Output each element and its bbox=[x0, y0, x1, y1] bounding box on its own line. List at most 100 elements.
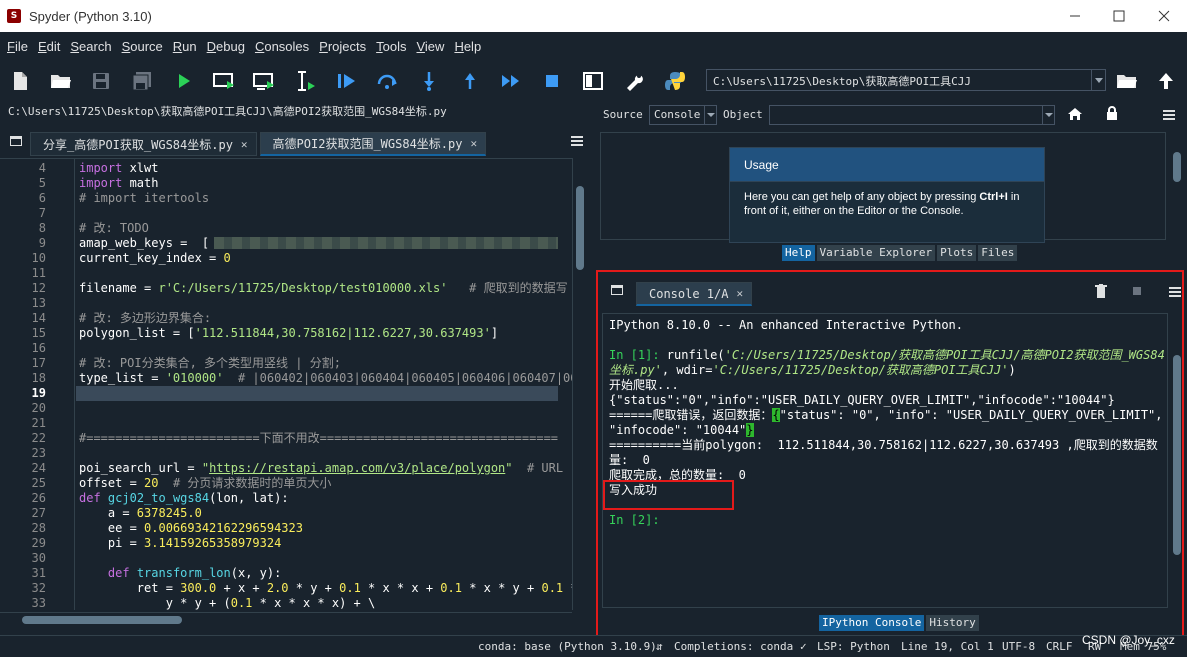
status-bar: conda: base (Python 3.10.9) ⇵ Completion… bbox=[0, 633, 1187, 657]
menu-view[interactable]: View bbox=[411, 39, 449, 54]
home-icon[interactable] bbox=[1068, 108, 1082, 123]
tab-file-1[interactable]: 分享_高德POI获取_WGS84坐标.py ✕ bbox=[30, 132, 257, 156]
editor-vertical-scrollbar[interactable] bbox=[572, 158, 586, 610]
code-line: 23 bbox=[0, 446, 572, 461]
debug-icon[interactable] bbox=[334, 69, 360, 93]
menu-help[interactable]: Help bbox=[449, 39, 486, 54]
save-icon[interactable] bbox=[88, 69, 114, 93]
tab-help[interactable]: Help bbox=[782, 245, 815, 261]
menu-bar: File Edit Search Source Run Debug Consoles Proj… bbox=[0, 32, 1187, 60]
tab-label: 分享_高德POI获取_WGS84坐标.py bbox=[43, 137, 233, 152]
preferences-icon[interactable] bbox=[621, 69, 647, 93]
run-icon[interactable] bbox=[171, 69, 197, 93]
code-text: offset = 20 # 分页请求数据时的单页大小 bbox=[79, 476, 332, 490]
step-return-icon[interactable] bbox=[457, 69, 483, 93]
help-tab-bar: Help Variable Explorer Plots Files bbox=[782, 245, 1019, 261]
source-combo[interactable]: Console bbox=[649, 105, 717, 125]
menu-run[interactable]: Run bbox=[168, 39, 202, 54]
console-output-line: ======爬取错误，返回数据：{"status": "0", "info": … bbox=[609, 408, 1163, 422]
save-all-icon[interactable] bbox=[129, 69, 155, 93]
trash-icon[interactable] bbox=[1095, 284, 1107, 301]
help-vertical-scrollbar[interactable] bbox=[1170, 132, 1184, 240]
code-line: 18 type_list = '010000' # |060402|060403|… bbox=[0, 371, 572, 386]
python-path-icon[interactable] bbox=[662, 69, 688, 93]
code-text: filename = r'C:/Users/11725/Desktop/test… bbox=[79, 281, 568, 295]
menu-debug[interactable]: Debug bbox=[202, 39, 250, 54]
menu-file[interactable]: File bbox=[2, 39, 33, 54]
code-line: 26 def gcj02_to_wgs84(lon, lat): bbox=[0, 491, 572, 506]
console-menu-icon[interactable] bbox=[1169, 287, 1181, 297]
tab-ipython-console[interactable]: IPython Console bbox=[819, 615, 925, 631]
browse-directory-icon[interactable] bbox=[1114, 69, 1140, 93]
step-over-icon[interactable] bbox=[375, 69, 401, 93]
run-cell-advance-icon[interactable] bbox=[252, 69, 278, 93]
line-number: 14 bbox=[31, 311, 46, 325]
status-completions: Completions: conda bbox=[674, 640, 794, 653]
console-output[interactable]: IPython 8.10.0 -- An enhanced Interactiv… bbox=[602, 313, 1168, 608]
completions-icon: ⇵ bbox=[656, 640, 663, 653]
tab-history[interactable]: History bbox=[926, 615, 979, 631]
tab-variable-explorer[interactable]: Variable Explorer bbox=[816, 245, 936, 261]
pane-options-icon[interactable] bbox=[611, 285, 623, 295]
object-combo[interactable] bbox=[769, 105, 1055, 125]
chevron-down-icon[interactable] bbox=[704, 106, 716, 124]
close-window-button[interactable] bbox=[1141, 0, 1187, 32]
menu-projects[interactable]: Projects bbox=[314, 39, 371, 54]
new-file-icon[interactable] bbox=[7, 69, 33, 93]
continue-icon[interactable] bbox=[498, 69, 524, 93]
open-file-icon[interactable] bbox=[48, 69, 74, 93]
usage-title: Usage bbox=[730, 148, 1044, 182]
code-line: 27 a = 6378245.0 bbox=[0, 506, 572, 521]
code-text: a = 6378245.0 bbox=[79, 506, 202, 520]
line-number: 9 bbox=[38, 236, 46, 250]
help-menu-icon[interactable] bbox=[1163, 110, 1175, 120]
line-number: 16 bbox=[31, 341, 46, 355]
window-title: Spyder (Python 3.10) bbox=[29, 8, 152, 24]
menu-search[interactable]: Search bbox=[65, 39, 116, 54]
code-text: # 改: POI分类集合, 多个类型用竖线 | 分割; bbox=[79, 356, 341, 370]
code-line: 31 def transform_lon(x, y): bbox=[0, 566, 572, 581]
run-cell-icon[interactable] bbox=[212, 69, 238, 93]
console-output-line: ==========当前polygon: 112.511844,30.75816… bbox=[609, 438, 1158, 452]
line-number: 28 bbox=[31, 521, 46, 535]
editor-menu-icon[interactable] bbox=[571, 136, 583, 146]
tab-files[interactable]: Files bbox=[978, 245, 1018, 261]
line-number: 18 bbox=[31, 371, 46, 385]
parent-directory-icon[interactable] bbox=[1153, 69, 1179, 93]
lock-icon[interactable] bbox=[1106, 106, 1118, 123]
status-conda: conda: base (Python 3.10.9) bbox=[478, 640, 657, 653]
pane-options-icon[interactable] bbox=[10, 136, 22, 146]
menu-tools[interactable]: Tools bbox=[371, 39, 411, 54]
code-editor[interactable]: 4 import xlwt 5 import math 6 # import iterto… bbox=[0, 158, 572, 610]
tab-file-2[interactable]: 高德POI2获取范围_WGS84坐标.py ✕ bbox=[259, 132, 487, 156]
line-number: 24 bbox=[31, 461, 46, 475]
line-number: 15 bbox=[31, 326, 46, 340]
close-tab-icon[interactable]: ✕ bbox=[736, 287, 743, 300]
watermark: CSDN @Joy_cxz bbox=[1082, 633, 1175, 647]
maximize-button[interactable] bbox=[1096, 0, 1142, 32]
chevron-down-icon[interactable] bbox=[1042, 106, 1054, 124]
line-number: 31 bbox=[31, 566, 46, 580]
close-tab-icon[interactable]: ✕ bbox=[241, 138, 248, 151]
stop-kernel-icon[interactable] bbox=[1133, 287, 1141, 295]
maximize-pane-icon[interactable] bbox=[580, 69, 606, 93]
tab-plots[interactable]: Plots bbox=[937, 245, 977, 261]
code-line: 19 bbox=[0, 386, 572, 401]
stop-debug-icon[interactable] bbox=[539, 69, 565, 93]
tab-console-1[interactable]: Console 1/A ✕ bbox=[636, 282, 753, 306]
menu-source[interactable]: Source bbox=[117, 39, 168, 54]
line-number: 19 bbox=[31, 386, 46, 400]
editor-file-path: C:\Users\11725\Desktop\获取高德POI工具CJJ\高德PO… bbox=[8, 105, 447, 118]
console-output-line: "infocode": "10044"} bbox=[609, 423, 754, 437]
run-selection-icon[interactable] bbox=[294, 69, 320, 93]
line-number: 6 bbox=[38, 191, 46, 205]
editor-horizontal-scrollbar[interactable] bbox=[0, 612, 572, 626]
minimize-button[interactable] bbox=[1052, 0, 1098, 32]
menu-edit[interactable]: Edit bbox=[33, 39, 65, 54]
chevron-down-icon[interactable] bbox=[1091, 70, 1105, 90]
menu-consoles[interactable]: Consoles bbox=[250, 39, 314, 54]
step-into-icon[interactable] bbox=[416, 69, 442, 93]
working-directory-combo[interactable]: C:\Users\11725\Desktop\获取高德POI工具CJJ bbox=[706, 69, 1106, 91]
console-vertical-scrollbar[interactable] bbox=[1170, 313, 1184, 608]
close-tab-icon[interactable]: ✕ bbox=[470, 137, 477, 150]
